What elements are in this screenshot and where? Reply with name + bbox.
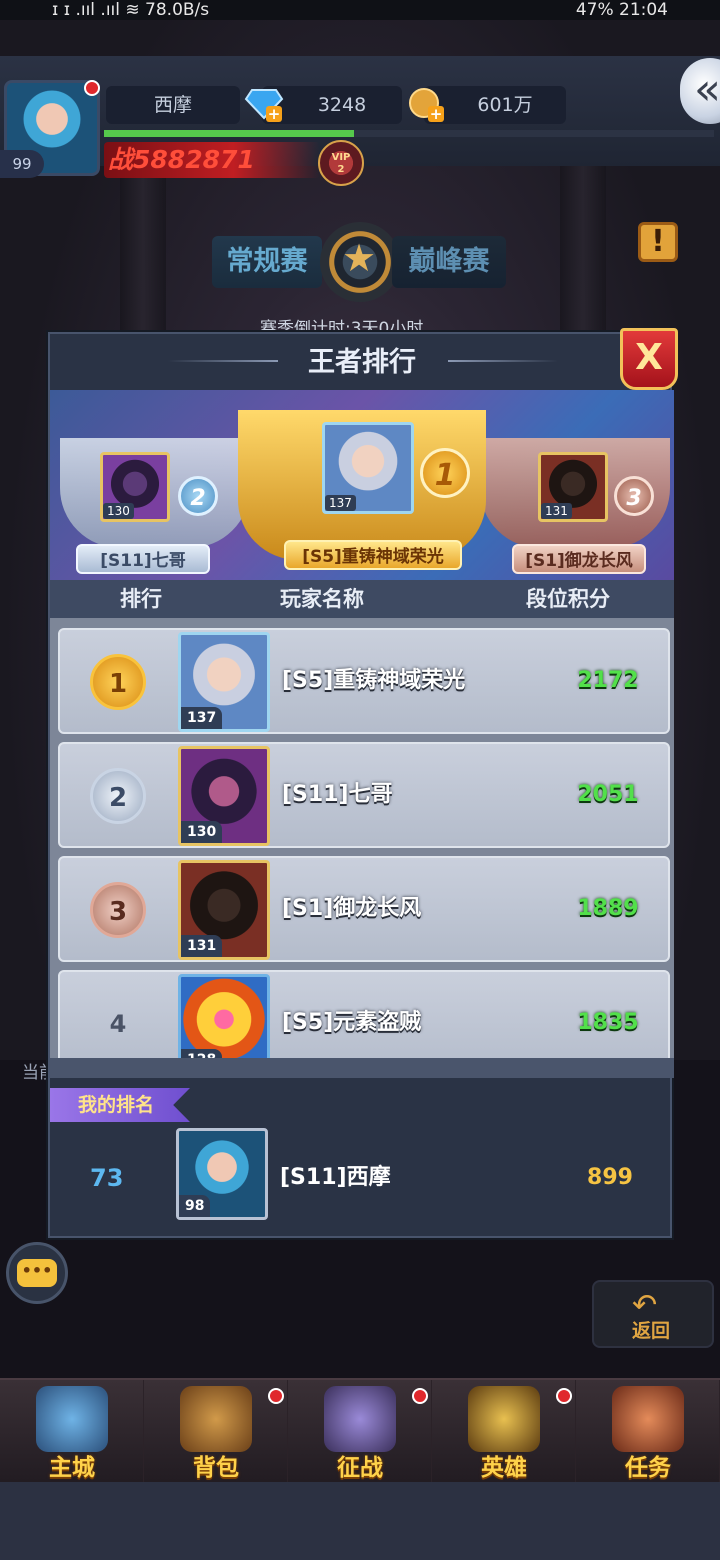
- return-label: 返回: [632, 1320, 671, 1342]
- ranking-row[interactable]: 2 130 [S11]七哥 2051: [58, 742, 670, 848]
- player-name: [S5]元素盗贼: [282, 1010, 422, 1035]
- podium-level: 137: [325, 495, 356, 511]
- nav-label: 背包: [193, 1455, 239, 1481]
- panel-divider: [50, 1058, 674, 1078]
- gold-coin-icon[interactable]: +: [406, 86, 446, 122]
- podium-avatar-first[interactable]: 137: [322, 422, 414, 514]
- power-value: 5882871: [133, 145, 255, 174]
- my-rank-number: 73: [90, 1164, 124, 1192]
- rules-info-button[interactable]: !: [638, 222, 678, 262]
- return-button[interactable]: ↶ 返回: [592, 1280, 714, 1348]
- vip-level: 2: [337, 164, 345, 175]
- ranking-row[interactable]: 1 137 [S5]重铸神域荣光 2172: [58, 628, 670, 734]
- scroll-icon: [612, 1386, 684, 1452]
- player-avatar[interactable]: 130: [178, 746, 270, 846]
- battle-power: 战5882871: [104, 142, 320, 178]
- nav-label: 英雄: [481, 1455, 527, 1481]
- player-score: 2051: [577, 782, 639, 807]
- nav-label: 主城: [49, 1455, 95, 1481]
- rank-number: 4: [109, 1010, 127, 1038]
- column-player-name: 玩家名称: [280, 587, 364, 611]
- castle-icon: [36, 1386, 108, 1452]
- ranking-panel: 王者排行 130 2 131 3 137 1 [S11]七哥 [S5]重铸神域荣…: [46, 330, 674, 1240]
- ranking-list[interactable]: 1 137 [S5]重铸神域荣光 2172 2 130 [S11]七哥 2051…: [50, 618, 674, 1058]
- player-score: 2172: [577, 668, 639, 693]
- player-level: 130: [181, 821, 223, 843]
- podium-avatar-second[interactable]: 130: [100, 452, 170, 522]
- player-name: [S1]御龙长风: [282, 896, 422, 921]
- nav-campaign[interactable]: 征战: [288, 1380, 432, 1484]
- gold-medal-icon: 1: [420, 448, 470, 498]
- podium-level: 131: [541, 503, 572, 519]
- notification-dot: [84, 80, 100, 96]
- podium-name-third: [S1]御龙长风: [512, 544, 646, 574]
- player-score: 1835: [577, 1010, 639, 1035]
- tab-regular-season[interactable]: 常规赛: [212, 236, 322, 288]
- player-avatar[interactable]: 137: [178, 632, 270, 732]
- status-bar: ɪ ɪ .ııl .ııl ≋ 78.0B/s 47% 21:04: [0, 0, 720, 20]
- ranking-row[interactable]: 4 128 [S5]元素盗贼 1835: [58, 970, 670, 1058]
- player-name: [S11]七哥: [282, 782, 393, 807]
- chat-bubble-icon[interactable]: [6, 1242, 68, 1304]
- gem-icon[interactable]: +: [244, 86, 284, 122]
- vip-badge[interactable]: VIP 2: [318, 140, 364, 186]
- player-score: 1889: [577, 896, 639, 921]
- vip-label: VIP: [331, 152, 351, 163]
- status-right: 47% 21:04: [575, 0, 668, 20]
- heroes-notification-dot: [556, 1388, 572, 1404]
- status-left: ɪ ɪ .ııl .ııl ≋ 78.0B/s: [52, 0, 210, 20]
- player-level: 128: [181, 1049, 223, 1058]
- player-level: 137: [181, 707, 223, 729]
- dragon-portal-icon: [324, 1386, 396, 1452]
- my-rank-row: 73 98 [S11]西摩 899: [50, 1122, 674, 1234]
- my-name: [S11]西摩: [280, 1165, 391, 1190]
- backpack-notification-dot: [268, 1388, 284, 1404]
- podium-name-first: [S5]重铸神域荣光: [284, 540, 462, 570]
- player-level: 131: [181, 935, 223, 957]
- player-avatar[interactable]: 131: [178, 860, 270, 960]
- treasure-chest-icon: [180, 1386, 252, 1452]
- podium-level: 130: [103, 503, 134, 519]
- panel-title: 王者排行: [308, 347, 416, 378]
- player-name: 西摩: [106, 86, 240, 124]
- bottom-navigation: 主城 背包 征战 英雄 任务: [0, 1378, 720, 1484]
- ranking-column-header: 排行 玩家名称 段位积分: [50, 580, 674, 618]
- close-panel-button[interactable]: X: [620, 328, 678, 390]
- podium-name-second: [S11]七哥: [76, 544, 210, 574]
- my-level: 98: [179, 1195, 211, 1217]
- player-avatar[interactable]: 128: [178, 974, 270, 1058]
- column-rank: 排行: [120, 587, 162, 611]
- ranking-row[interactable]: 3 131 [S1]御龙长风 1889: [58, 856, 670, 962]
- silver-medal-icon: 2: [178, 476, 218, 516]
- player-level: 99: [0, 150, 44, 178]
- power-prefix: 战: [108, 145, 134, 174]
- add-gems-icon[interactable]: +: [266, 106, 282, 122]
- player-name: [S5]重铸神域荣光: [282, 668, 466, 693]
- nav-label: 任务: [625, 1455, 671, 1481]
- nav-tasks[interactable]: 任务: [576, 1380, 720, 1484]
- my-rank-label: 我的排名: [50, 1088, 190, 1122]
- nav-backpack[interactable]: 背包: [144, 1380, 288, 1484]
- add-gold-icon[interactable]: +: [428, 106, 444, 122]
- bronze-rank-medal-icon: 3: [90, 882, 146, 938]
- campaign-notification-dot: [412, 1388, 428, 1404]
- podium-avatar-third[interactable]: 131: [538, 452, 608, 522]
- gold-rank-medal-icon: 1: [90, 654, 146, 710]
- system-navigation-bar: [0, 1482, 720, 1560]
- nav-heroes[interactable]: 英雄: [432, 1380, 576, 1484]
- silver-rank-medal-icon: 2: [90, 768, 146, 824]
- top-three-podium: 130 2 131 3 137 1 [S11]七哥 [S5]重铸神域荣光 [S1…: [50, 390, 674, 580]
- column-score: 段位积分: [526, 587, 610, 611]
- nav-main-city[interactable]: 主城: [0, 1380, 144, 1484]
- my-avatar[interactable]: 98: [176, 1128, 268, 1220]
- nav-label: 征战: [337, 1455, 383, 1481]
- helmet-icon: [468, 1386, 540, 1452]
- tab-peak-season[interactable]: 巅峰赛: [392, 236, 506, 288]
- arena-emblem-icon: [320, 222, 400, 302]
- bronze-medal-icon: 3: [614, 476, 654, 516]
- exp-bar-fill: [104, 130, 354, 137]
- my-score: 899: [587, 1165, 633, 1190]
